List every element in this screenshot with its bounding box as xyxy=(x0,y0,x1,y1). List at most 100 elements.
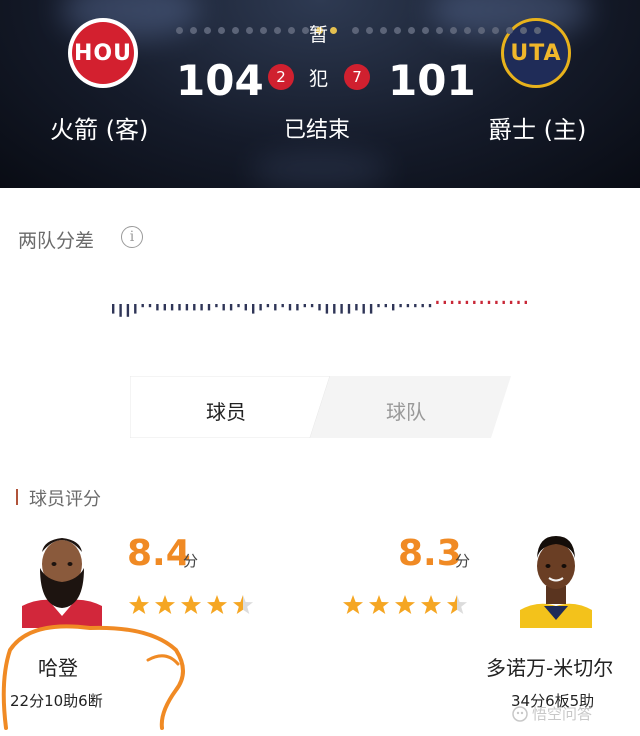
gap-bar xyxy=(384,304,387,308)
gap-bar xyxy=(207,304,211,311)
star-icon xyxy=(129,595,149,614)
gap-bar xyxy=(340,304,343,314)
gap-bar xyxy=(134,304,137,314)
away-team-name[interactable]: 火箭 (客) xyxy=(50,110,148,145)
wukong-logo-icon xyxy=(512,705,528,722)
info-icon[interactable]: i xyxy=(121,226,143,248)
left-rating-unit: 分 xyxy=(183,552,199,570)
score-gap-title: 两队分差 xyxy=(18,230,95,252)
tab-players[interactable]: 球员 xyxy=(206,396,246,425)
gap-bar xyxy=(509,300,513,304)
gap-bar xyxy=(362,304,365,314)
gap-bar xyxy=(347,304,351,314)
home-fouls-badge: 7 xyxy=(344,64,370,90)
tab-team[interactable]: 球队 xyxy=(386,396,426,425)
gap-bar xyxy=(237,304,240,308)
away-fouls-badge: 2 xyxy=(268,64,294,90)
left-player-stars xyxy=(128,594,254,616)
gap-bar xyxy=(252,304,255,314)
gap-bar xyxy=(443,300,446,304)
gap-bar xyxy=(495,300,498,304)
gap-bar xyxy=(399,304,402,308)
gap-bar xyxy=(274,304,277,311)
gap-bar xyxy=(259,304,262,311)
gap-bar xyxy=(200,304,203,311)
gap-bar xyxy=(318,304,321,311)
star-icon xyxy=(447,595,467,614)
gap-bar xyxy=(458,300,461,304)
hou-logo-text: HOU xyxy=(72,22,134,84)
gap-bar xyxy=(406,304,410,308)
gap-bar xyxy=(487,300,491,304)
star-icon xyxy=(395,595,415,614)
player-rating-title: 球员评分 xyxy=(29,489,101,510)
gap-bar xyxy=(266,304,270,308)
gap-bar xyxy=(296,304,299,311)
right-rating-unit: 分 xyxy=(455,552,471,570)
left-player-rating: 8.4 xyxy=(127,533,191,574)
gap-bar xyxy=(303,304,306,308)
gap-bar xyxy=(524,300,527,304)
gap-bar xyxy=(229,304,233,311)
player-team-tabs: 球员 球队 xyxy=(130,376,511,438)
harden-avatar[interactable] xyxy=(22,528,102,628)
gap-bar xyxy=(215,304,218,308)
gap-bar xyxy=(193,304,196,311)
gap-bar xyxy=(465,300,469,304)
tabs-background xyxy=(130,376,511,438)
gap-bar xyxy=(170,304,174,311)
right-player-stars xyxy=(342,594,468,616)
mitchell-avatar[interactable] xyxy=(516,528,596,628)
gap-bar xyxy=(141,304,144,308)
right-player-name[interactable]: 多诺万-米切尔 xyxy=(486,652,613,681)
home-team-name[interactable]: 爵士 (主) xyxy=(488,110,586,145)
timeout-label: 暂 xyxy=(309,24,329,46)
uta-logo-text: UTA xyxy=(510,40,562,66)
fouls-label: 犯 xyxy=(309,68,329,90)
gap-bar xyxy=(480,300,483,304)
gap-bar xyxy=(333,304,336,314)
rating-title-marker xyxy=(16,489,18,505)
gap-bar xyxy=(126,304,130,317)
gap-bar xyxy=(502,300,505,304)
star-icon xyxy=(233,595,253,614)
period-dots-right xyxy=(352,27,541,34)
gap-bar xyxy=(119,304,122,317)
home-score: 101 xyxy=(388,56,476,105)
gap-bar xyxy=(369,304,373,314)
scoreboard-header: HOU UTA 暂 104 2 犯 7 101 火箭 (客) 已结束 爵士 (主… xyxy=(0,0,640,188)
gap-bar xyxy=(281,304,284,308)
game-status: 已结束 xyxy=(284,118,351,143)
gap-bar xyxy=(148,304,152,308)
gap-bar xyxy=(222,304,225,311)
gap-bar xyxy=(450,300,454,304)
gap-bar xyxy=(178,304,181,311)
right-player-rating: 8.3 xyxy=(398,533,462,574)
hand-drawn-circle-annotation xyxy=(1,624,185,730)
watermark: 悟空问答 xyxy=(512,703,592,724)
away-score: 104 xyxy=(176,56,264,105)
gap-bar xyxy=(288,304,292,311)
gap-bar xyxy=(310,304,314,308)
gap-bar xyxy=(244,304,247,311)
watermark-text: 悟空问答 xyxy=(532,705,593,723)
star-icon xyxy=(369,595,389,614)
gap-bar xyxy=(163,304,166,311)
star-icon xyxy=(155,595,175,614)
star-icon xyxy=(207,595,227,614)
gap-bar xyxy=(428,304,432,308)
gap-bar xyxy=(355,304,358,311)
gap-bar xyxy=(325,304,329,314)
gap-bar xyxy=(377,304,380,308)
star-icon xyxy=(343,595,363,614)
star-icon xyxy=(421,595,441,614)
star-icon xyxy=(181,595,201,614)
hou-team-logo[interactable]: HOU xyxy=(68,18,138,88)
gap-bar xyxy=(436,300,439,304)
gap-bar xyxy=(414,304,417,308)
gap-bar xyxy=(112,304,115,314)
gap-bar xyxy=(517,300,520,304)
gap-bar xyxy=(156,304,159,311)
gap-bar xyxy=(421,304,424,308)
gap-bar xyxy=(392,304,395,311)
